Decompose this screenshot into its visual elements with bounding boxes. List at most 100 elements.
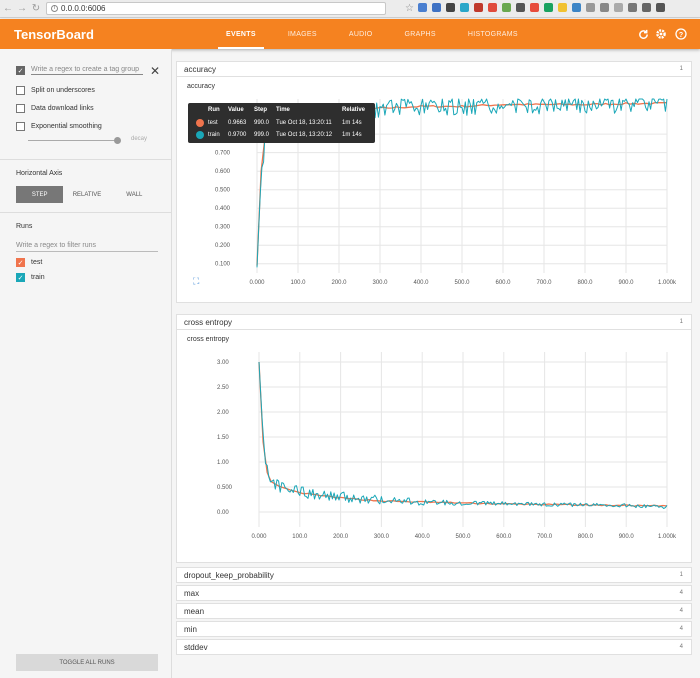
tooltip-step: 990.0: [254, 120, 270, 126]
x-tick-label: 700.0: [536, 280, 552, 286]
smoothing-checkbox[interactable]: [16, 122, 25, 131]
tag-group-row: ✓ Write a regex to create a tag group: [16, 66, 143, 75]
card-header-label: stddev: [184, 642, 208, 652]
svg-text:?: ?: [679, 32, 683, 39]
decay-label: decay: [131, 136, 148, 142]
card-count: 1: [679, 319, 683, 325]
extension-icon[interactable]: [544, 3, 553, 12]
x-tick-label: 500.0: [454, 280, 470, 286]
extension-icon[interactable]: [600, 3, 609, 12]
tooltip-row: test 0.9663 990.0 Tue Oct 18, 13:20:11 1…: [188, 118, 375, 129]
tab-events[interactable]: EVENTS: [210, 19, 272, 49]
extension-icon[interactable]: [488, 3, 497, 12]
cross-entropy-chart[interactable]: 0.000 100.0 200.0 300.0 400.0 500.0 600.0 700.0…: [177, 330, 693, 563]
x-tick-label: 700.0: [537, 534, 553, 540]
split-underscores-label: Split on underscores: [31, 87, 95, 94]
card-header-max[interactable]: max 4: [176, 585, 692, 601]
back-icon[interactable]: ←: [2, 2, 14, 16]
extension-icon[interactable]: [446, 3, 455, 12]
x-tick-label: 1.000k: [658, 280, 677, 286]
card-count: 1: [679, 66, 683, 72]
x-tick-label: 600.0: [496, 534, 512, 540]
extension-icon[interactable]: [628, 3, 637, 12]
runs-filter-input[interactable]: Write a regex to filter runs: [16, 242, 158, 252]
bookmark-star-icon[interactable]: ☆: [405, 3, 414, 14]
tab-histograms[interactable]: HISTOGRAMS: [452, 19, 534, 49]
axis-relative-button[interactable]: RELATIVE: [63, 186, 110, 203]
expand-icon[interactable]: ⛶: [193, 276, 199, 287]
tooltip-row: train 0.9700 999.0 Tue Oct 18, 13:20:12 …: [188, 130, 375, 141]
url-text: 0.0.0.0:6006: [61, 4, 106, 13]
x-tick-label: 300.0: [374, 534, 390, 540]
run-item: ✓ test: [16, 258, 42, 267]
tooltip-run: train: [208, 132, 220, 138]
x-tick-label: 800.0: [577, 280, 593, 286]
tooltip-value: 0.9700: [228, 132, 247, 138]
card-header-mean[interactable]: mean 4: [176, 603, 692, 619]
split-underscores-checkbox[interactable]: [16, 86, 25, 95]
card-header-label: dropout_keep_probability: [184, 570, 274, 580]
tooltip-header: Relative: [342, 107, 366, 113]
extension-icon[interactable]: [516, 3, 525, 12]
card-header-dropout[interactable]: dropout_keep_probability 1: [176, 567, 692, 583]
tooltip-header: Step: [254, 107, 268, 113]
y-tick-label: 0.100: [215, 262, 231, 268]
extension-icon[interactable]: [572, 3, 581, 12]
extension-icon[interactable]: [474, 3, 483, 12]
reload-icon[interactable]: ↻: [30, 2, 42, 16]
extension-icon[interactable]: [432, 3, 441, 12]
card-header-min[interactable]: min 4: [176, 621, 692, 637]
y-tick-label: 0.200: [215, 243, 231, 249]
card-header-stddev[interactable]: stddev 4: [176, 639, 692, 655]
card-header-label: mean: [184, 606, 205, 616]
help-icon[interactable]: ?: [674, 27, 688, 41]
y-tick-label: 0.300: [215, 225, 231, 231]
axis-step-button[interactable]: STEP: [16, 186, 64, 203]
tooltip-step: 999.0: [254, 132, 270, 138]
tooltip-time: Tue Oct 18, 13:20:12: [276, 132, 333, 138]
tab-graphs[interactable]: GRAPHS: [389, 19, 452, 49]
sidebar-divider: [0, 212, 171, 213]
horizontal-axis-selector: STEP RELATIVE WALL: [16, 186, 158, 203]
card-header-cross-entropy[interactable]: cross entropy 1: [176, 314, 692, 330]
forward-icon[interactable]: →: [16, 2, 28, 16]
card-header-label: max: [184, 588, 200, 598]
tooltip-time: Tue Oct 18, 13:20:11: [276, 120, 332, 126]
sidebar-divider: [0, 159, 171, 160]
y-tick-label: 0.500: [215, 188, 231, 194]
extension-icon[interactable]: [586, 3, 595, 12]
settings-icon[interactable]: [654, 27, 668, 41]
y-tick-label: 0.700: [215, 151, 231, 157]
decay-slider-handle[interactable]: [114, 137, 121, 144]
x-tick-label: 900.0: [619, 534, 635, 540]
extension-icon[interactable]: [418, 3, 427, 12]
extension-icon[interactable]: [460, 3, 469, 12]
run-test-checkbox[interactable]: ✓: [16, 258, 25, 267]
chart-tooltip: Run Value Step Time Relative test 0.9663…: [188, 103, 375, 143]
menu-icon[interactable]: [656, 3, 665, 12]
x-tick-label: 100.0: [290, 280, 306, 286]
tooltip-run: test: [208, 120, 218, 126]
tab-audio[interactable]: AUDIO: [333, 19, 389, 49]
extension-icon[interactable]: [502, 3, 511, 12]
extension-icon[interactable]: [614, 3, 623, 12]
close-icon[interactable]: ✕: [150, 64, 160, 78]
extension-icon[interactable]: [558, 3, 567, 12]
tab-images[interactable]: IMAGES: [272, 19, 333, 49]
extension-icon[interactable]: [642, 3, 651, 12]
card-header-accuracy[interactable]: accuracy 1: [176, 61, 692, 77]
run-train-checkbox[interactable]: ✓: [16, 273, 25, 282]
tag-group-input[interactable]: Write a regex to create a tag group: [31, 66, 143, 75]
tooltip-relative: 1m 14s: [342, 120, 362, 126]
x-tick-label: 400.0: [415, 534, 431, 540]
refresh-icon[interactable]: [636, 27, 650, 41]
data-download-checkbox[interactable]: [16, 104, 25, 113]
info-icon[interactable]: i: [51, 5, 58, 12]
tooltip-relative: 1m 14s: [342, 132, 362, 138]
axis-wall-button[interactable]: WALL: [111, 186, 158, 203]
decay-slider[interactable]: [28, 140, 120, 141]
toggle-all-runs-button[interactable]: TOGGLE ALL RUNS: [16, 654, 158, 671]
tag-group-checkbox[interactable]: ✓: [16, 66, 25, 75]
extension-icon[interactable]: [530, 3, 539, 12]
url-bar[interactable]: i 0.0.0.0:6006: [46, 2, 386, 15]
